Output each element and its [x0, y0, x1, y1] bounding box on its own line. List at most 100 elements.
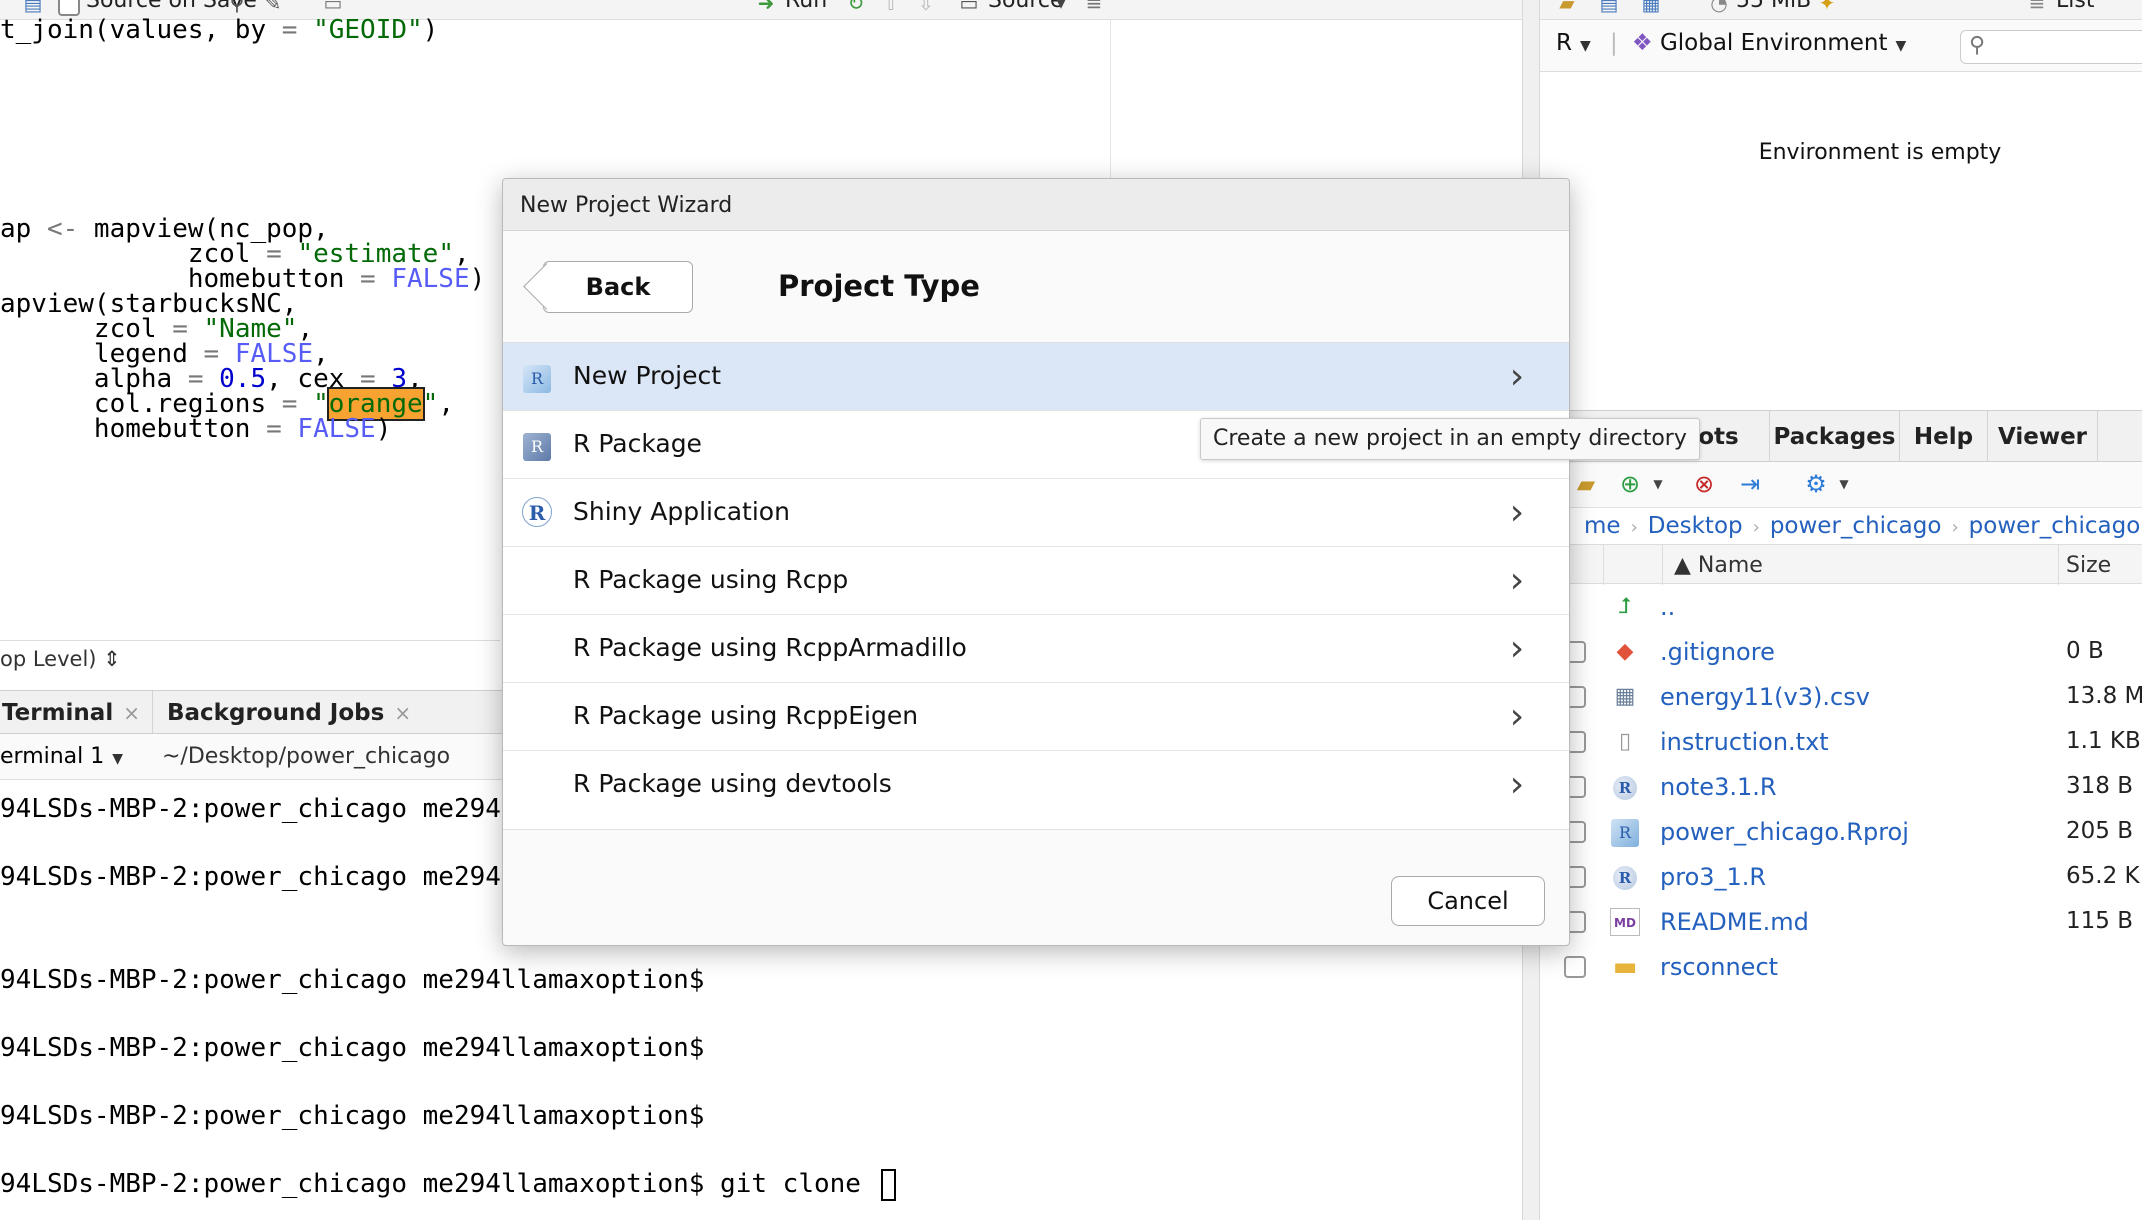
add-icon[interactable]: ⊕	[1616, 470, 1644, 498]
import-icon[interactable]: ▦	[1640, 0, 1662, 14]
breadcrumb-item[interactable]: Desktop	[1648, 513, 1743, 539]
chevron-right-icon: ›	[1951, 517, 1959, 538]
close-icon[interactable]: ×	[123, 701, 140, 725]
chevron-right-icon: ›	[1509, 356, 1525, 397]
save-icon[interactable]: ▤	[22, 0, 44, 14]
environment-scope-bar: R ▼ | ❖ Global Environment ▼ ⚲	[1540, 20, 2142, 72]
terminal-line: 94LSDs-MBP-2:power_chicago me294llamaxop…	[0, 1033, 705, 1063]
terminal-prompt[interactable]: 94LSDs-MBP-2:power_chicago me294llamaxop…	[0, 1167, 896, 1201]
file-row[interactable]: ▦ energy11(v3).csv 13.8 M	[1540, 675, 2142, 720]
file-checkbox[interactable]	[1564, 956, 1586, 978]
file-row[interactable]: ◆ .gitignore 0 B	[1540, 630, 2142, 675]
memory-icon[interactable]: ◔	[1708, 0, 1730, 14]
save-icon[interactable]: ▤	[1598, 0, 1620, 14]
rproj-icon: R	[1610, 816, 1640, 848]
file-list-header: ▲ Name Size	[1540, 544, 2142, 585]
chevron-down-icon: ▼	[112, 751, 124, 767]
search-icon: ⚲	[1969, 33, 1986, 58]
chevron-right-icon: ›	[1509, 492, 1525, 533]
scope-selector[interactable]: op Level) ⇕	[0, 640, 500, 676]
menu-lines-icon[interactable]: ≡	[1083, 0, 1105, 14]
option-r-package-rcpparmadillo[interactable]: R Package using RcppArmadillo ›	[503, 615, 1569, 683]
breadcrumb-item[interactable]: me	[1584, 513, 1621, 539]
file-row[interactable]: MD README.md 115 B	[1540, 900, 2142, 945]
chevron-down-icon: ▼	[1895, 38, 1907, 54]
environment-icon: ❖	[1632, 30, 1653, 56]
r-file-icon: R	[1610, 771, 1640, 803]
chevron-down-icon[interactable]: ▼	[1644, 470, 1672, 498]
run-icon[interactable]: ➜	[755, 0, 777, 14]
terminal-line: 94LSDs-MBP-2:power_chicago me294llar	[0, 862, 564, 892]
view-mode[interactable]: List	[2056, 0, 2094, 13]
language-select[interactable]: R ▼	[1556, 30, 1591, 56]
folder-icon: ▬	[1612, 952, 1638, 982]
environment-empty-message: Environment is empty	[1758, 140, 2002, 165]
file-row-parent[interactable]: ⮥ ..	[1540, 585, 2142, 630]
option-r-package-devtools[interactable]: R Package using devtools ›	[503, 751, 1569, 819]
chevron-right-icon: ›	[1509, 764, 1525, 805]
file-row[interactable]: R note3.1.R 318 B	[1540, 765, 2142, 810]
breadcrumb-item[interactable]: power_chicago	[1969, 513, 2141, 539]
chevron-right-icon: ›	[1509, 696, 1525, 737]
down-arrow-icon[interactable]: ⇩	[915, 0, 937, 14]
column-header-name[interactable]: ▲ Name	[1662, 553, 1763, 578]
page-title: Project Type	[778, 269, 980, 303]
memory-usage[interactable]: 55 MiB	[1736, 0, 1811, 13]
file-row[interactable]: ▬ rsconnect	[1540, 945, 2142, 990]
broom-icon[interactable]: ✦	[1816, 0, 1838, 14]
file-row[interactable]: ▯ instruction.txt 1.1 KB	[1540, 720, 2142, 765]
chevron-down-icon[interactable]: ▼	[1830, 470, 1858, 498]
cancel-button[interactable]: Cancel	[1391, 876, 1545, 926]
file-row[interactable]: R pro3_1.R 65.2 K	[1540, 855, 2142, 900]
environment-toolbar: ▰ ▤ ▦ ◔ 55 MiB ✦ ≡ List	[1540, 0, 2142, 20]
column-header-size[interactable]: Size	[2066, 553, 2111, 578]
environment-select[interactable]: ❖ Global Environment ▼	[1632, 30, 1906, 56]
code-line[interactable]: homebutton = FALSE)	[0, 412, 391, 446]
up-arrow-icon[interactable]: ⇧	[880, 0, 902, 14]
gear-icon[interactable]: ⚙	[1802, 470, 1830, 498]
tab-terminal[interactable]: Terminal ×	[2, 691, 154, 735]
spreadsheet-icon: ▦	[1614, 684, 1636, 709]
source-icon[interactable]: ▭	[958, 0, 980, 14]
project-type-list: R New Project › R R Package › R Shiny Ap…	[503, 342, 1569, 830]
new-folder-icon[interactable]: ▰	[1572, 470, 1600, 498]
rerun-icon[interactable]: ↻	[845, 0, 867, 14]
open-folder-icon[interactable]: ▰	[1556, 0, 1578, 14]
chevron-right-icon: ›	[1752, 517, 1760, 538]
divider	[1603, 545, 1604, 585]
file-row[interactable]: R power_chicago.Rproj 205 B	[1540, 810, 2142, 855]
divider: |	[1610, 30, 1618, 56]
code-line[interactable]: t_join(values, by = "GEOID")	[0, 13, 438, 47]
option-r-package-rcpp[interactable]: R Package using Rcpp ›	[503, 547, 1569, 615]
option-new-project[interactable]: R New Project ›	[503, 343, 1569, 411]
tab-viewer[interactable]: Viewer	[1988, 411, 2098, 463]
divider	[2058, 545, 2059, 585]
back-button[interactable]: Back	[543, 261, 693, 313]
git-icon: ◆	[1616, 639, 1634, 664]
list-icon[interactable]: ≡	[2026, 0, 2048, 14]
close-icon[interactable]: ×	[394, 701, 411, 725]
delete-icon[interactable]: ⊗	[1690, 470, 1718, 498]
search-icon[interactable]: ⚲	[226, 0, 248, 14]
terminal-select[interactable]: erminal 1 ▼	[0, 744, 123, 769]
r-file-icon: R	[1610, 861, 1640, 893]
outline-icon[interactable]: ▭	[322, 0, 344, 14]
environment-search-input[interactable]: ⚲	[1960, 30, 2142, 64]
new-project-wizard-dialog: New Project Wizard Back Project Type R N…	[502, 178, 1570, 946]
terminal-line: 94LSDs-MBP-2:power_chicago me294llar	[0, 794, 564, 824]
chevron-down-icon[interactable]: ▼	[1050, 0, 1072, 14]
terminal-line: 94LSDs-MBP-2:power_chicago me294llamaxop…	[0, 1101, 705, 1131]
r-package-icon: R	[521, 429, 553, 461]
run-button-label[interactable]: Run	[785, 0, 827, 13]
dialog-titlebar: New Project Wizard	[503, 179, 1569, 231]
tab-help[interactable]: Help	[1900, 411, 1988, 463]
tab-packages[interactable]: Packages	[1770, 411, 1900, 463]
tab-background-jobs[interactable]: Background Jobs ×	[152, 691, 425, 735]
option-shiny-application[interactable]: R Shiny Application ›	[503, 479, 1569, 547]
breadcrumb-item[interactable]: power_chicago	[1770, 513, 1942, 539]
text-file-icon: ▯	[1618, 729, 1632, 754]
wand-icon[interactable]: ✎	[262, 0, 284, 14]
rename-icon[interactable]: ⇥	[1736, 470, 1764, 498]
option-r-package-rcppeigen[interactable]: R Package using RcppEigen ›	[503, 683, 1569, 751]
margin-line	[1110, 20, 1111, 185]
